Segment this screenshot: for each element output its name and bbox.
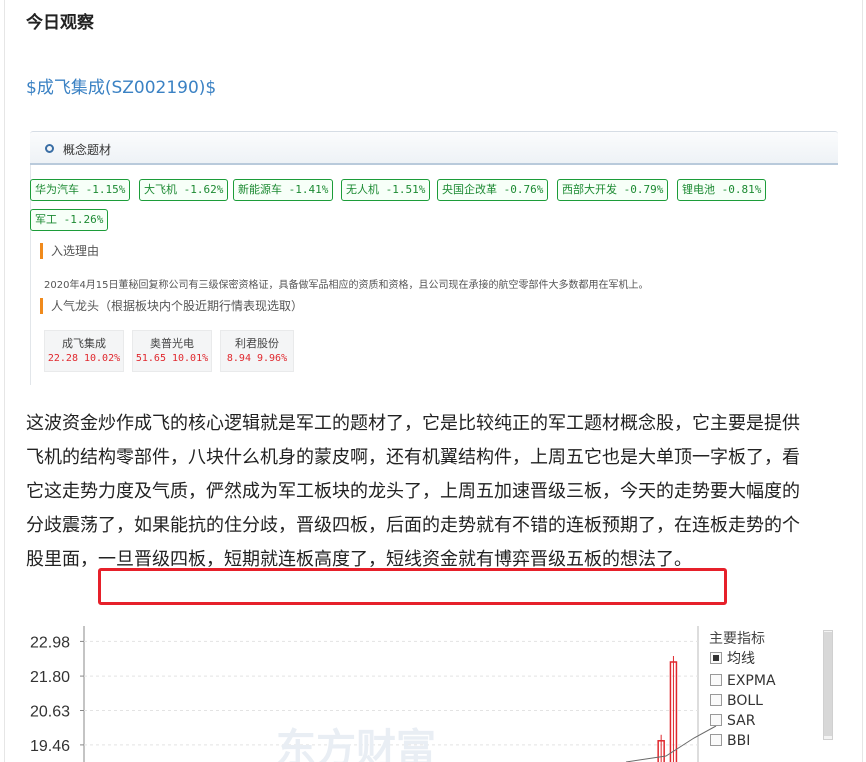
highlight-box (98, 568, 727, 605)
indicator-label: SAR (727, 713, 756, 729)
indicator-label: BOLL (727, 693, 763, 709)
concept-panel: 概念题材 华为汽车 -1.15% 大飞机 -1.62% 新能源车 -1.41% … (30, 131, 838, 385)
right-divider (862, 0, 863, 762)
leader-value: 51.65 10.01% (135, 353, 209, 364)
indicator-label: BBI (727, 733, 751, 749)
checkbox-icon[interactable] (710, 674, 722, 686)
article-line: 它这走势力度及气质，俨然成为军工板块的龙头了，上周五加速晋级三板，今天的走势要大… (26, 481, 800, 502)
y-tick-label: 21.80 (30, 669, 70, 686)
leader-name: 利君股份 (235, 337, 279, 350)
indicator-boll[interactable]: BOLL (710, 692, 763, 710)
article-line: 飞机的结构零部件，八块什么机身的蒙皮啊，还有机翼结构件，上周五它也是大单顶一字板… (26, 447, 800, 468)
concept-tag[interactable]: 华为汽车 -1.15% (30, 179, 131, 201)
watermark: 东方财富 (276, 726, 436, 762)
indicator-sar[interactable]: SAR (710, 712, 755, 730)
leader-card[interactable]: 成飞集成 22.28 10.02% (44, 330, 124, 372)
page: 今日观察 $成飞集成(SZ002190)$ 概念题材 华为汽车 -1.15% 大… (0, 0, 866, 762)
leader-card[interactable]: 奥普光电 51.65 10.01% (132, 330, 212, 372)
leader-name: 成飞集成 (62, 337, 106, 350)
indicator-label: EXPMA (727, 673, 776, 689)
y-tick-label: 20.63 (30, 703, 70, 720)
panel-header: 概念题材 (30, 131, 838, 165)
stock-link[interactable]: $成飞集成(SZ002190)$ (26, 73, 216, 98)
concept-tag[interactable]: 军工 -1.26% (30, 209, 109, 231)
checkbox-icon[interactable] (710, 652, 722, 664)
panel-title: 概念题材 (63, 143, 112, 157)
leader-value: 8.94 9.96% (226, 353, 288, 364)
concept-tag[interactable]: 新能源车 -1.41% (233, 179, 334, 201)
section-title: 今日观察 (26, 13, 94, 33)
indicator-label: 均线 (727, 651, 755, 667)
leader-heading: 人气龙头（根据板块内个股近期行情表现选取） (40, 298, 303, 314)
left-divider (4, 0, 5, 762)
concept-tag[interactable]: 央国企改革 -0.76% (437, 179, 549, 201)
indicator-panel: 主要指标 均线 EXPMA BOLL SAR BBI (706, 626, 816, 762)
reason-heading: 入选理由 (40, 243, 99, 259)
circle-icon (45, 144, 54, 153)
indicator-title: 主要指标 (709, 631, 765, 647)
article-line: 这波资金炒作成飞的核心逻辑就是军工的题材了，它是比较纯正的军工题材概念股，它主要… (26, 413, 800, 434)
checkbox-icon[interactable] (710, 694, 722, 706)
reason-text: 2020年4月15日董秘回复称公司有三级保密资格证，具备做军品相应的资质和资格，… (44, 280, 649, 291)
leader-value: 22.28 10.02% (47, 353, 121, 364)
leader-card[interactable]: 利君股份 8.94 9.96% (220, 330, 294, 372)
concept-tag[interactable]: 大飞机 -1.62% (139, 179, 229, 201)
concept-tag[interactable]: 锂电池 -0.81% (677, 179, 767, 201)
indicator-expma[interactable]: EXPMA (710, 672, 776, 690)
checkbox-icon[interactable] (710, 734, 722, 746)
y-tick-label: 19.46 (30, 738, 70, 755)
indicator-bbi[interactable]: BBI (710, 732, 750, 750)
checkbox-icon[interactable] (710, 714, 722, 726)
article-line: 股里面，一旦晋级四板，短期就连板高度了，短线资金就有博弈晋级五板的想法了。 (26, 549, 692, 570)
article-line: 分歧震荡了，如果能抗的住分歧，晋级四板，后面的走势就有不错的连板预期了，在连板走… (26, 515, 800, 536)
concept-tag[interactable]: 西部大开发 -0.79% (557, 179, 669, 201)
indicator-ma[interactable]: 均线 (710, 650, 755, 668)
leader-name: 奥普光电 (150, 337, 194, 350)
scrollbar-thumb[interactable] (824, 632, 832, 736)
concept-tag[interactable]: 无人机 -1.51% (341, 179, 431, 201)
y-tick-label: 22.98 (30, 634, 70, 651)
